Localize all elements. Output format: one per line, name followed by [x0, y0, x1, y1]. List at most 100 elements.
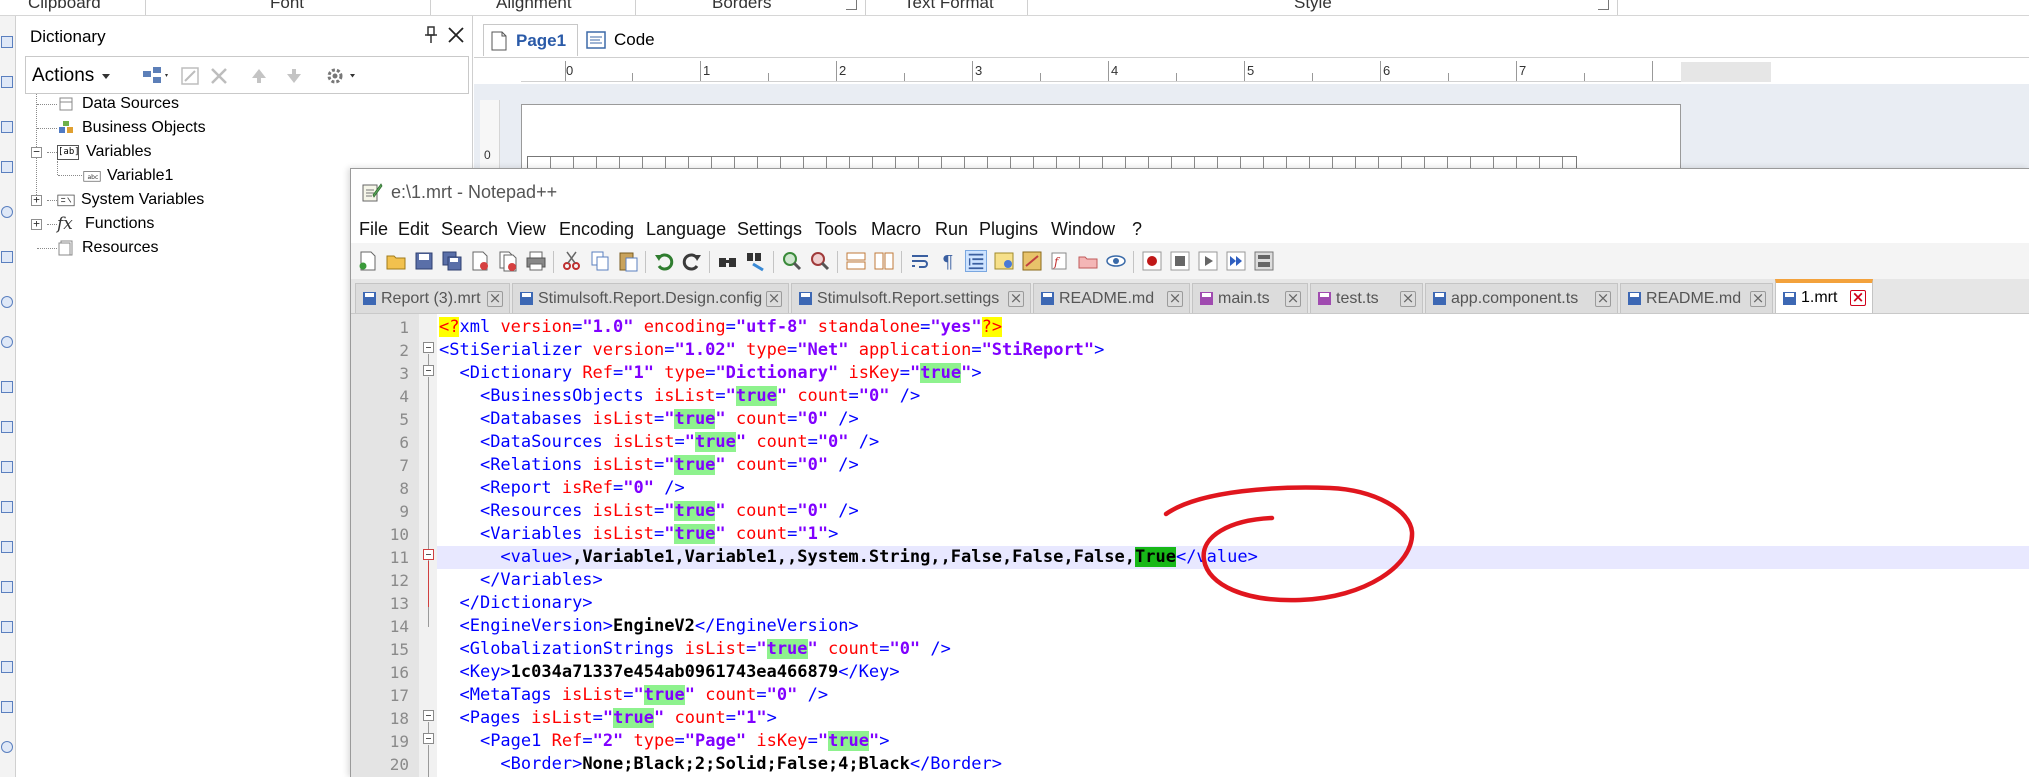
monitoring-eye-icon[interactable] [1105, 250, 1127, 272]
print-icon[interactable] [525, 250, 547, 272]
tree-item-resources[interactable]: Resources [57, 237, 158, 259]
fold-toggle[interactable] [423, 549, 434, 560]
menu-language[interactable]: Language [646, 219, 726, 240]
menu-tools[interactable]: Tools [815, 219, 857, 240]
collapse-toggle[interactable]: − [31, 146, 42, 158]
code-line[interactable]: <Variables isList="true" count="1"> [439, 523, 838, 546]
pin-icon[interactable] [424, 26, 438, 44]
code-line[interactable]: <Dictionary Ref="1" type="Dictionary" is… [439, 362, 982, 385]
tools-tool-icon[interactable] [1, 741, 13, 753]
code-line[interactable]: <Relations isList="true" count="0" /> [439, 454, 859, 477]
ribbon-group-style[interactable]: Style [1294, 0, 1332, 13]
play-macro-icon[interactable] [1197, 250, 1219, 272]
sync-vertical-icon[interactable] [845, 250, 867, 272]
close-tab-icon[interactable]: × [1850, 290, 1866, 306]
document-map-icon[interactable] [1021, 250, 1043, 272]
band-tool-icon[interactable] [1, 381, 13, 393]
dialog-launcher-icon[interactable] [846, 0, 857, 10]
fold-toggle[interactable] [423, 733, 434, 744]
file-tab-active[interactable]: 1.mrt × [1775, 279, 1873, 313]
code-line[interactable]: <?xml version="1.0" encoding="utf-8" sta… [439, 316, 1003, 339]
image-tool-icon[interactable] [1, 121, 13, 133]
band-tool-icon[interactable] [1, 421, 13, 433]
menu-encoding[interactable]: Encoding [559, 219, 634, 240]
menu-macro[interactable]: Macro [871, 219, 921, 240]
close-tab-icon[interactable]: × [1008, 290, 1024, 307]
band-tool-icon[interactable] [1, 501, 13, 513]
code-line[interactable]: <StiSerializer version="1.02" type="Net"… [439, 339, 1104, 362]
code-line[interactable]: <Page1 Ref="2" type="Page" isKey="true"> [439, 730, 890, 753]
window-title-bar[interactable]: e:\1.mrt - Notepad++ [351, 169, 2029, 215]
shape-tool-icon[interactable] [1, 206, 13, 218]
sync-horizontal-icon[interactable] [873, 250, 895, 272]
word-wrap-icon[interactable] [909, 250, 931, 272]
tree-item-business-objects[interactable]: Business Objects [57, 117, 206, 139]
menu-view[interactable]: View [507, 219, 546, 240]
folder-as-workspace-icon[interactable] [1077, 250, 1099, 272]
close-tab-icon[interactable]: × [1400, 290, 1416, 307]
expand-toggle[interactable]: + [31, 194, 42, 206]
menu-help[interactable]: ? [1132, 219, 1142, 240]
zoom-out-icon[interactable] [809, 250, 831, 272]
expand-toggle[interactable]: + [31, 218, 42, 230]
fold-toggle[interactable] [423, 710, 434, 721]
tree-item-variable1[interactable]: abc Variable1 [83, 165, 173, 187]
ribbon-group-borders[interactable]: Borders [712, 0, 772, 13]
save-macro-icon[interactable] [1253, 250, 1275, 272]
menu-plugins[interactable]: Plugins [979, 219, 1038, 240]
code-line[interactable]: <Border>None;Black;2;Solid;False;4;Black… [439, 753, 1002, 776]
close-tab-icon[interactable]: × [1285, 290, 1301, 307]
actions-dropdown-button[interactable]: Actions [32, 63, 111, 89]
code-line[interactable]: <MetaTags isList="true" count="0" /> [439, 684, 828, 707]
new-file-icon[interactable] [357, 250, 379, 272]
gear-icon[interactable] [324, 65, 355, 87]
menu-edit[interactable]: Edit [398, 219, 429, 240]
save-all-icon[interactable] [441, 250, 463, 272]
ribbon-group-text-format[interactable]: Text Format [904, 0, 994, 13]
chart-tool-icon[interactable] [1, 251, 13, 263]
paste-icon[interactable] [617, 250, 639, 272]
file-tab[interactable]: app.component.ts × [1425, 283, 1618, 313]
menu-window[interactable]: Window [1051, 219, 1115, 240]
close-all-icon[interactable] [497, 250, 519, 272]
panel-tool-icon[interactable] [1, 581, 13, 593]
edit-icon[interactable] [179, 65, 201, 87]
close-icon[interactable] [445, 24, 467, 46]
close-tab-icon[interactable]: × [1750, 290, 1766, 307]
file-tab[interactable]: Stimulsoft.Report.Design.config × [512, 283, 789, 313]
code-line[interactable]: <GlobalizationStrings isList="true" coun… [439, 638, 951, 661]
code-line[interactable]: </Dictionary> [439, 592, 592, 615]
copy-icon[interactable] [589, 250, 611, 272]
file-tab[interactable]: test.ts × [1310, 283, 1423, 313]
undo-icon[interactable] [653, 250, 675, 272]
map-tool-icon[interactable] [1, 336, 13, 348]
ribbon-group-alignment[interactable]: Alignment [496, 0, 572, 13]
gauge-tool-icon[interactable] [1, 296, 13, 308]
delete-icon[interactable] [208, 65, 230, 87]
horizontal-ruler[interactable]: 0 1 2 3 4 5 6 7 [521, 61, 1681, 82]
define-language-icon[interactable] [993, 250, 1015, 272]
file-tab[interactable]: main.ts × [1192, 283, 1308, 313]
menu-file[interactable]: File [359, 219, 388, 240]
redo-icon[interactable] [681, 250, 703, 272]
panel-tool-icon[interactable] [1, 541, 13, 553]
tree-item-variables[interactable]: [ab] Variables [57, 141, 152, 163]
cut-icon[interactable] [561, 250, 583, 272]
close-tab-icon[interactable]: × [766, 290, 782, 307]
text-tool-icon[interactable] [1, 36, 13, 48]
file-tab[interactable]: README.md × [1620, 283, 1773, 313]
find-icon[interactable] [717, 250, 739, 272]
record-macro-icon[interactable] [1141, 250, 1163, 272]
dialog-launcher-icon[interactable] [1598, 0, 1609, 10]
function-list-icon[interactable]: f [1049, 250, 1071, 272]
close-file-icon[interactable] [469, 250, 491, 272]
save-icon[interactable] [413, 250, 435, 272]
barcode-tool-icon[interactable] [1, 161, 13, 173]
band-tool-icon[interactable] [1, 461, 13, 473]
menu-settings[interactable]: Settings [737, 219, 802, 240]
close-tab-icon[interactable]: × [487, 290, 503, 307]
run-macro-multiple-icon[interactable] [1225, 250, 1247, 272]
tree-item-data-sources[interactable]: Data Sources [57, 93, 179, 115]
tab-code[interactable]: Code [580, 24, 660, 56]
move-up-icon[interactable] [248, 65, 270, 87]
